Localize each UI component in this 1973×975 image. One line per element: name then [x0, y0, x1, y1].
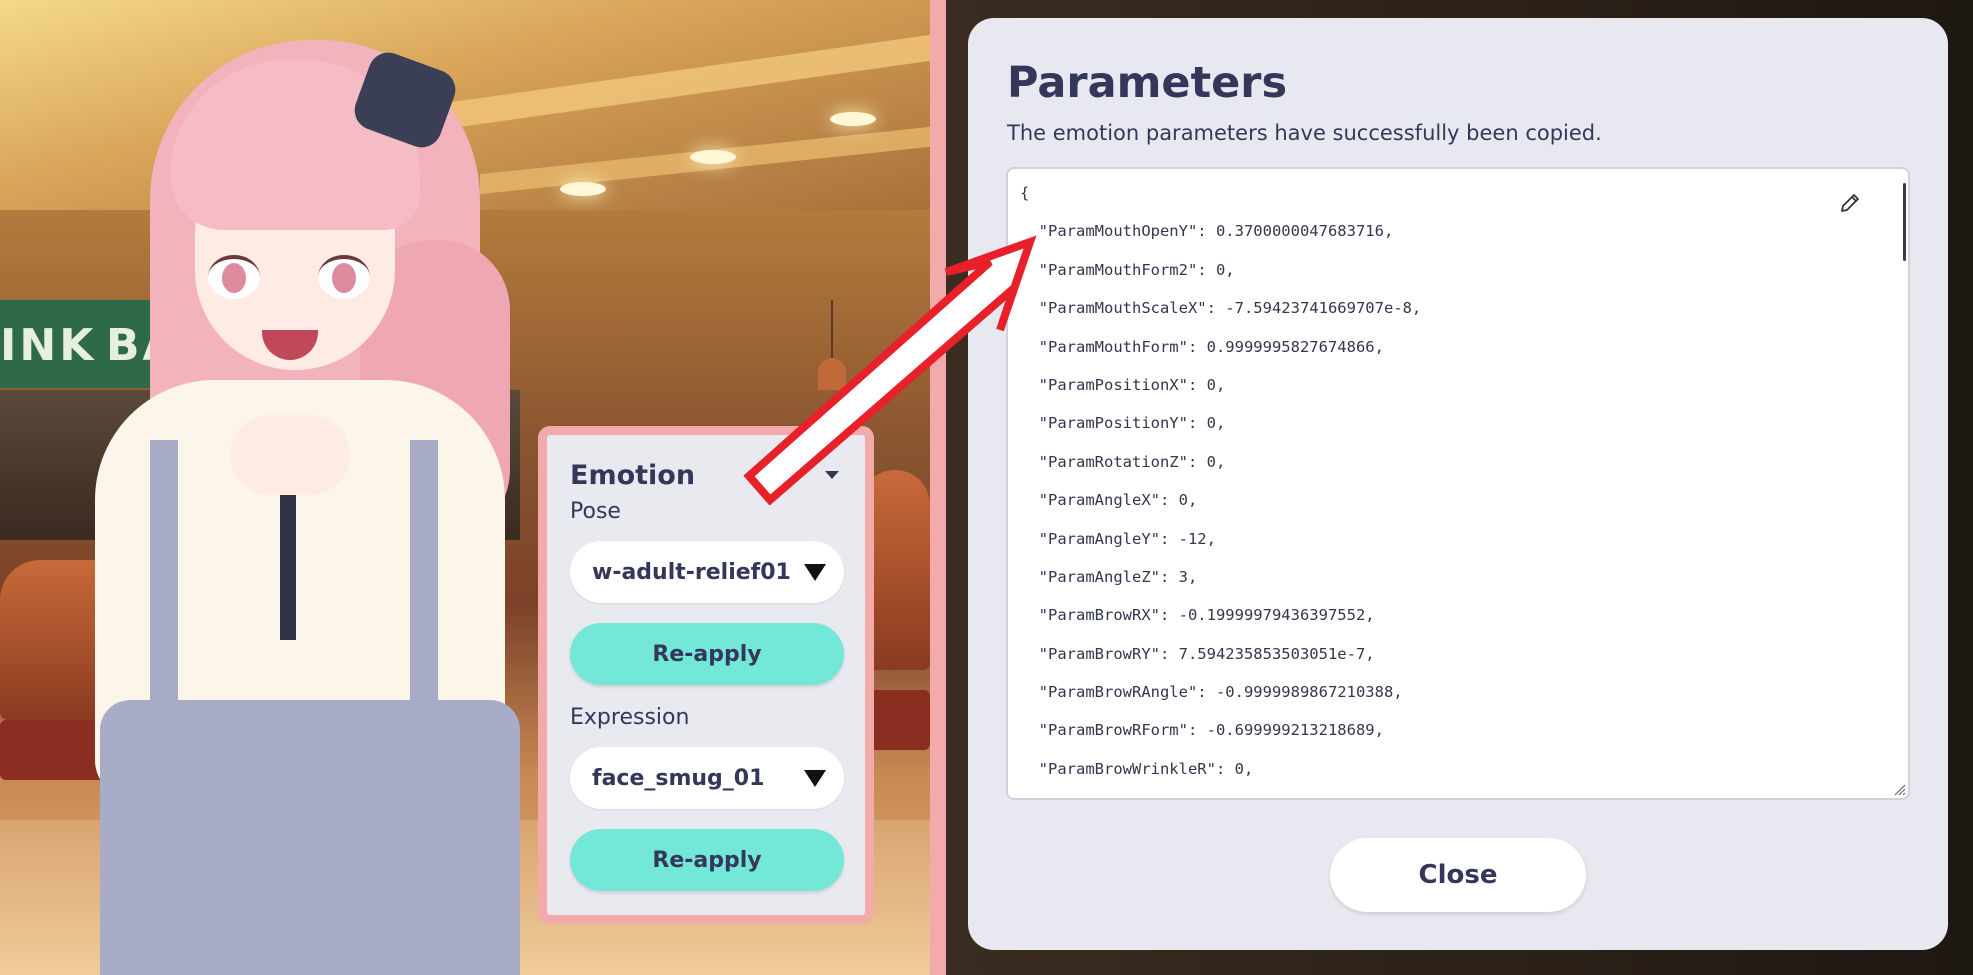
emotion-header[interactable]: Emotion: [570, 457, 843, 493]
caret-down-icon[interactable]: [825, 471, 839, 479]
json-line: "ParamBrowWrinkleR": 0,: [1020, 759, 1254, 778]
character-eye: [208, 255, 260, 299]
split-divider: [930, 0, 946, 975]
expression-select-value: face_smug_01: [592, 765, 765, 791]
sign-text: INK: [0, 320, 97, 371]
json-line: "ParamPositionX": 0,: [1020, 375, 1226, 394]
pose-select[interactable]: w-adult-relief01: [570, 541, 844, 603]
parameters-textarea[interactable]: { "ParamMouthOpenY": 0.3700000047683716,…: [1006, 167, 1910, 800]
character-skirt: [100, 700, 520, 975]
json-line: "ParamMouthForm": 0.9999995827674866,: [1020, 337, 1384, 356]
resize-grip-icon[interactable]: [1892, 782, 1906, 796]
json-line: {: [1020, 184, 1030, 202]
parameters-modal: Parameters The emotion parameters have s…: [968, 18, 1948, 950]
ceiling-light: [830, 112, 876, 126]
scrollbar[interactable]: [1903, 183, 1906, 261]
ceiling-light: [690, 150, 736, 164]
json-line: "ParamBrowRY": 7.594235853503051e-7,: [1020, 644, 1375, 663]
json-line: "ParamAngleX": 0,: [1020, 491, 1198, 510]
json-line: "ParamMouthForm2": 0,: [1020, 260, 1235, 279]
triangle-down-icon: [804, 563, 826, 581]
game-scene: INK BA Emotion Pose w-adult-relief01 Re-…: [0, 0, 930, 975]
character-strap: [410, 440, 438, 720]
parameters-json: { "ParamMouthOpenY": 0.3700000047683716,…: [1020, 183, 1421, 797]
emotion-panel: Emotion Pose w-adult-relief01 Re-apply E…: [538, 426, 874, 924]
modal-title: Parameters: [1007, 58, 1288, 108]
pose-reapply-button[interactable]: Re-apply: [570, 623, 844, 685]
ceiling-light: [560, 182, 606, 196]
json-line: "ParamBrowRX": -0.19999979436397552,: [1020, 606, 1375, 625]
pencil-icon[interactable]: [1838, 191, 1862, 215]
json-line: "ParamBrowRForm": -0.699999213218689,: [1020, 721, 1384, 740]
pendant-lamp: [818, 300, 846, 390]
close-button[interactable]: Close: [1330, 838, 1586, 912]
character-ribbon: [280, 480, 296, 640]
triangle-down-icon: [804, 769, 826, 787]
json-line: "ParamAngleZ": 3,: [1020, 567, 1198, 586]
emotion-title: Emotion: [570, 459, 696, 491]
character-strap: [150, 440, 178, 720]
json-line: "ParamPositionY": 0,: [1020, 414, 1226, 433]
modal-subtitle: The emotion parameters have successfully…: [1007, 121, 1602, 145]
pose-select-value: w-adult-relief01: [592, 559, 791, 585]
expression-select[interactable]: face_smug_01: [570, 747, 844, 809]
json-line: "ParamRotationZ": 0,: [1020, 452, 1226, 471]
pose-label: Pose: [570, 499, 621, 524]
character-hands: [230, 415, 350, 495]
expression-reapply-button[interactable]: Re-apply: [570, 829, 844, 891]
json-line: "ParamAngleY": -12,: [1020, 529, 1216, 548]
json-line: "ParamMouthScaleX": -7.59423741669707e-8…: [1020, 299, 1422, 318]
character-eye: [318, 255, 370, 299]
json-line: "ParamBrowRAngle": -0.9999989867210388,: [1020, 683, 1403, 702]
expression-label: Expression: [570, 705, 690, 730]
json-line: "ParamMouthOpenY": 0.3700000047683716,: [1020, 222, 1394, 241]
